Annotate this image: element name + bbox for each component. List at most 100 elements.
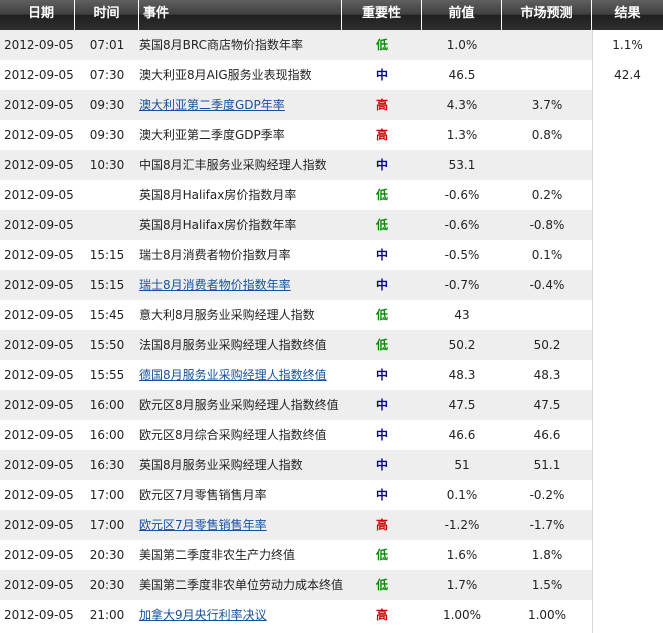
result-cell: [592, 600, 663, 630]
table-row: 2012-09-05 15:15 瑞士8月消费者物价指数月率 中 -0.5% 0.1%: [0, 240, 663, 270]
result-cell: [592, 510, 663, 540]
table-row: 2012-09-05 15:50 法国8月服务业采购经理人指数终值 低 50.2 50.2: [0, 330, 663, 360]
header-forecast: 市场预测: [502, 0, 592, 30]
header-event: 事件: [139, 0, 342, 30]
time-cell: 15:50: [89, 338, 125, 352]
date-cell: 2012-09-05: [4, 158, 74, 172]
table-row: 2012-09-05 英国8月Halifax房价指数月率 低 -0.6% 0.2%: [0, 180, 663, 210]
time-cell: 15:15: [89, 248, 125, 262]
importance-badge: 高: [375, 128, 388, 142]
result-cell: [592, 150, 663, 180]
previous-cell: 0.1%: [446, 488, 478, 502]
date-cell: 2012-09-05: [4, 218, 74, 232]
event-cell: 加拿大9月央行利率决议: [139, 600, 342, 630]
forecast-cell: 1.00%: [527, 608, 567, 622]
result-cell: [592, 360, 663, 390]
event-cell: 英国8月BRC商店物价指数年率: [139, 38, 303, 52]
previous-cell: -1.2%: [444, 518, 480, 532]
event-link[interactable]: 加拿大9月央行利率决议: [139, 608, 267, 622]
event-cell: 欧元区7月零售销售月率: [139, 488, 267, 502]
importance-badge: 中: [375, 428, 388, 442]
forecast-cell: [502, 300, 592, 330]
event-cell: 法国8月服务业采购经理人指数终值: [139, 338, 327, 352]
forecast-cell: -1.7%: [529, 518, 565, 532]
result-cell: [592, 240, 663, 270]
forecast-cell: 51.1: [533, 458, 561, 472]
event-cell: 英国8月Halifax房价指数月率: [139, 188, 297, 202]
table-body: 2012-09-05 07:01 英国8月BRC商店物价指数年率低 1.0% 1.1% 2…: [0, 30, 663, 630]
time-cell: 15:15: [89, 278, 125, 292]
date-cell: 2012-09-05: [4, 128, 74, 142]
importance-badge: 低: [375, 308, 388, 322]
table-row: 2012-09-05 09:30 澳大利亚第二季度GDP年率 高 4.3% 3.7%: [0, 90, 663, 120]
date-cell: 2012-09-05: [4, 308, 74, 322]
event-link[interactable]: 欧元区7月零售销售年率: [139, 518, 267, 532]
forecast-cell: 0.2%: [531, 188, 563, 202]
previous-cell: 4.3%: [446, 98, 478, 112]
event-cell: 美国第二季度非农生产力终值: [139, 548, 296, 562]
table-header: 日期 时间 事件 重要性 前值 市场预测 结果: [0, 0, 663, 30]
date-cell: 2012-09-05: [4, 338, 74, 352]
table-row: 2012-09-05 09:30 澳大利亚第二季度GDP季率 高 1.3% 0.8%: [0, 120, 663, 150]
table-row: 2012-09-05 20:30 美国第二季度非农生产力终值 低 1.6% 1.8%: [0, 540, 663, 570]
time-cell: 16:00: [89, 398, 125, 412]
event-cell: 瑞士8月消费者物价指数年率: [139, 270, 342, 300]
forecast-cell: 1.8%: [531, 548, 563, 562]
result-cell: [592, 270, 663, 300]
time-cell: 07:30: [89, 68, 125, 82]
event-cell: 澳大利亚8月AIG服务业表现指数: [139, 68, 312, 82]
importance-badge: 高: [375, 98, 388, 112]
forecast-cell: 1.5%: [531, 578, 563, 592]
header-previous: 前值: [422, 0, 502, 30]
time-cell: [75, 180, 139, 210]
date-cell: 2012-09-05: [4, 248, 74, 262]
table-row: 2012-09-05 15:15 瑞士8月消费者物价指数年率 中 -0.7% -0.4%: [0, 270, 663, 300]
previous-cell: 46.5: [448, 68, 476, 82]
table-row: 2012-09-05 20:30 美国第二季度非农单位劳动力成本终值 低 1.7% 1.5…: [0, 570, 663, 600]
table-row: 2012-09-05 15:55 德国8月服务业采购经理人指数终值 中 48.3 48.3: [0, 360, 663, 390]
event-cell: 瑞士8月消费者物价指数月率: [139, 248, 291, 262]
table-row: 2012-09-05 07:01 英国8月BRC商店物价指数年率 低 1.0% 1.1%: [0, 30, 663, 60]
importance-badge: 高: [375, 608, 388, 622]
result-cell: [592, 120, 663, 150]
previous-cell: 43: [454, 308, 470, 322]
header-result: 结果: [592, 0, 663, 30]
event-cell: 欧元区8月服务业采购经理人指数终值: [139, 398, 339, 412]
importance-badge: 中: [375, 368, 388, 382]
date-cell: 2012-09-05: [4, 518, 74, 532]
previous-cell: 51: [454, 458, 470, 472]
header-time: 时间: [75, 0, 139, 30]
forecast-cell: [502, 30, 592, 60]
previous-cell: 53.1: [448, 158, 476, 172]
previous-cell: 46.6: [448, 428, 476, 442]
event-cell: 中国8月汇丰服务业采购经理人指数: [139, 158, 327, 172]
forecast-cell: 50.2: [533, 338, 561, 352]
event-link[interactable]: 德国8月服务业采购经理人指数终值: [139, 368, 327, 382]
result-cell: 42.4: [614, 68, 641, 82]
previous-cell: -0.5%: [444, 248, 480, 262]
date-cell: 2012-09-05: [4, 428, 74, 442]
previous-cell: 1.00%: [442, 608, 482, 622]
previous-cell: 1.7%: [446, 578, 478, 592]
event-cell: 澳大利亚第二季度GDP年率: [139, 90, 342, 120]
time-cell: [75, 210, 139, 240]
event-link[interactable]: 澳大利亚第二季度GDP年率: [139, 98, 285, 112]
previous-cell: -0.6%: [444, 188, 480, 202]
forecast-cell: 48.3: [533, 368, 561, 382]
result-cell: [592, 330, 663, 360]
event-link[interactable]: 瑞士8月消费者物价指数年率: [139, 278, 291, 292]
forecast-cell: 3.7%: [531, 98, 563, 112]
importance-badge: 中: [375, 488, 388, 502]
table-row: 2012-09-05 07:30 澳大利亚8月AIG服务业表现指数 中 46.5 42.4: [0, 60, 663, 90]
date-cell: 2012-09-05: [4, 98, 74, 112]
importance-badge: 低: [375, 218, 388, 232]
table-row: 2012-09-05 21:00 加拿大9月央行利率决议 高 1.00% 1.00%: [0, 600, 663, 630]
forecast-cell: -0.8%: [529, 218, 565, 232]
previous-cell: -0.6%: [444, 218, 480, 232]
result-cell: [592, 570, 663, 600]
forecast-cell: 0.1%: [531, 248, 563, 262]
time-cell: 16:00: [89, 428, 125, 442]
forecast-cell: -0.4%: [529, 278, 565, 292]
forecast-cell: 47.5: [533, 398, 561, 412]
date-cell: 2012-09-05: [4, 608, 74, 622]
